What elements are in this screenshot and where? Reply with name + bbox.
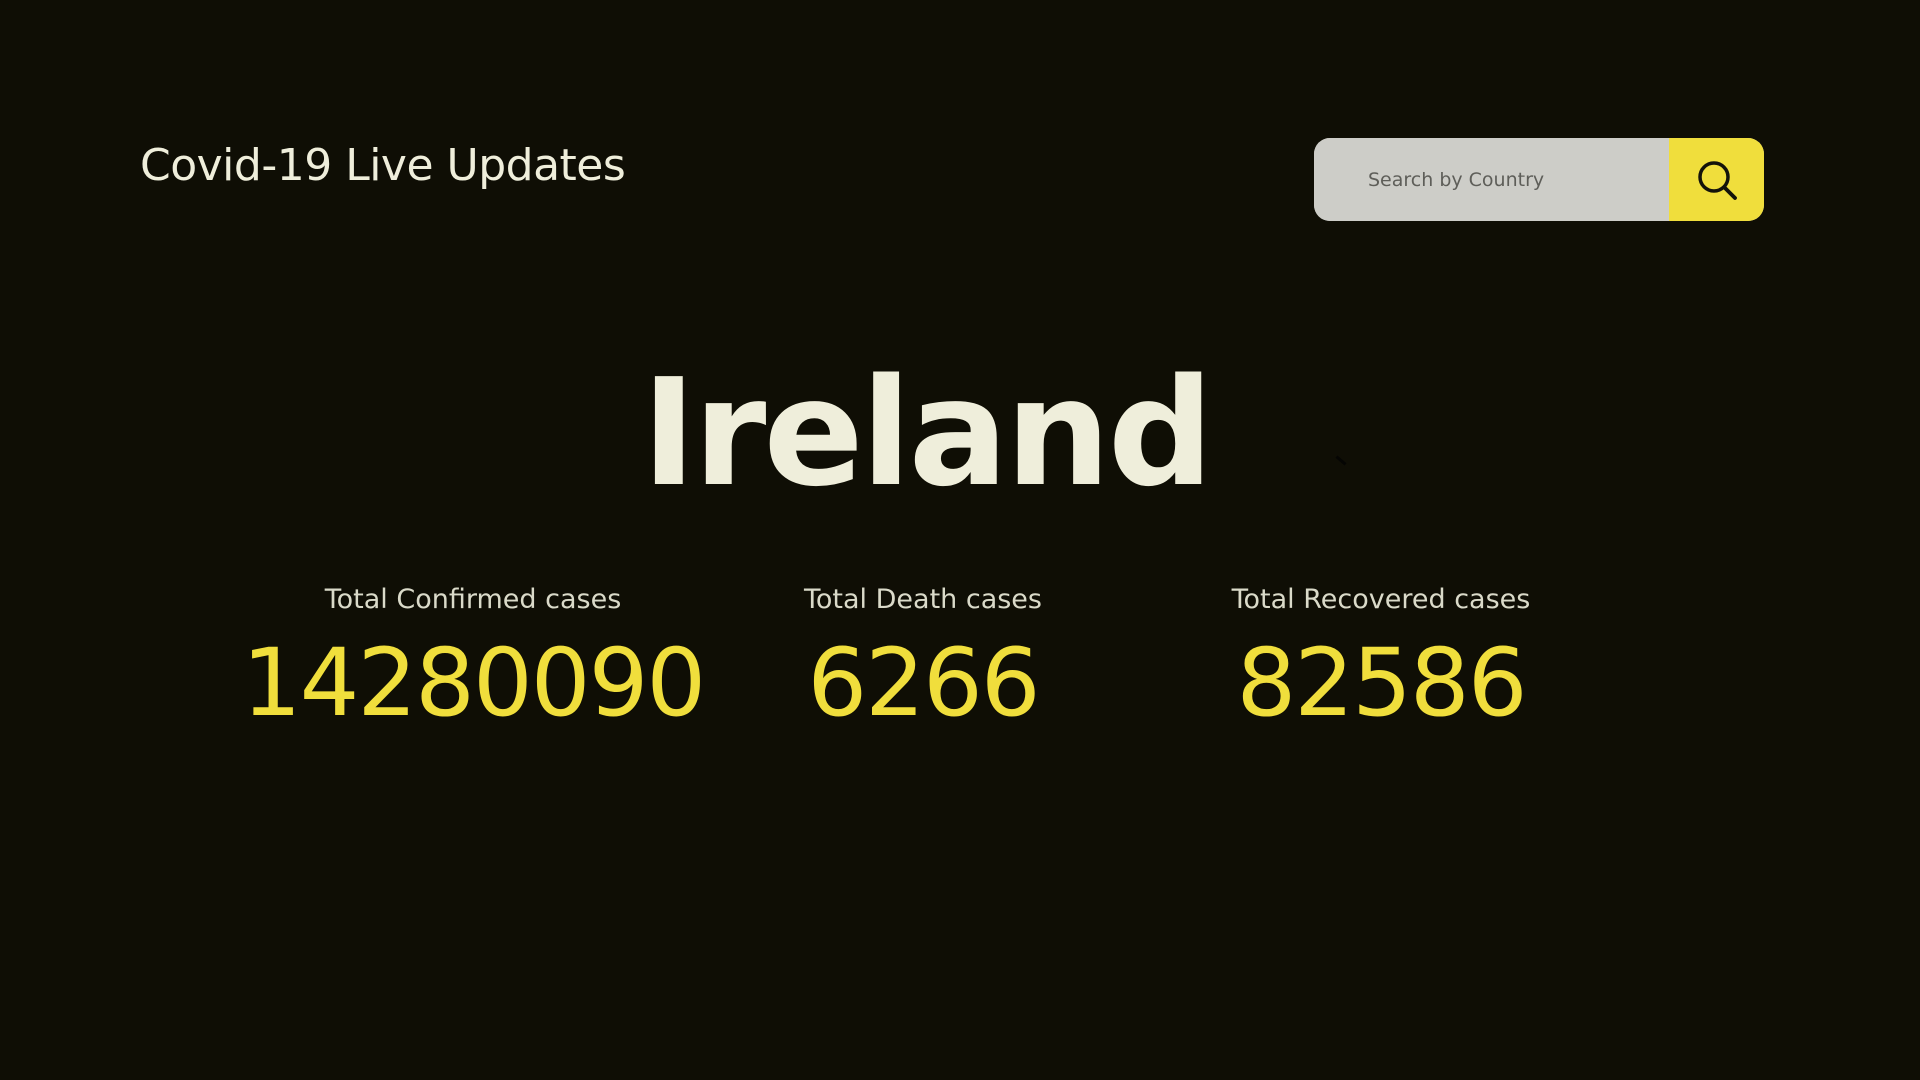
search-input[interactable] [1314, 138, 1669, 221]
deaths-value: 6266 [807, 629, 1040, 738]
confirmed-value: 14280090 [241, 629, 706, 738]
search-bar [1314, 138, 1764, 221]
confirmed-stat: Total Confirmed cases 14280090 [213, 580, 733, 734]
recovered-label: Total Recovered cases [1231, 584, 1531, 615]
recovered-value: 82586 [1236, 629, 1527, 738]
recovered-stat: Total Recovered cases 82586 [1121, 580, 1641, 734]
app-title: Covid-19 Live Updates [140, 140, 626, 191]
search-icon [1697, 160, 1737, 200]
deaths-stat: Total Death cases 6266 [663, 580, 1183, 734]
app-root: Covid-19 Live Updates Ireland Total Conf… [0, 0, 1920, 1080]
search-button[interactable] [1669, 138, 1764, 221]
deaths-label: Total Death cases [803, 584, 1042, 615]
country-name: Ireland [641, 347, 1213, 519]
confirmed-label: Total Confirmed cases [324, 584, 622, 615]
